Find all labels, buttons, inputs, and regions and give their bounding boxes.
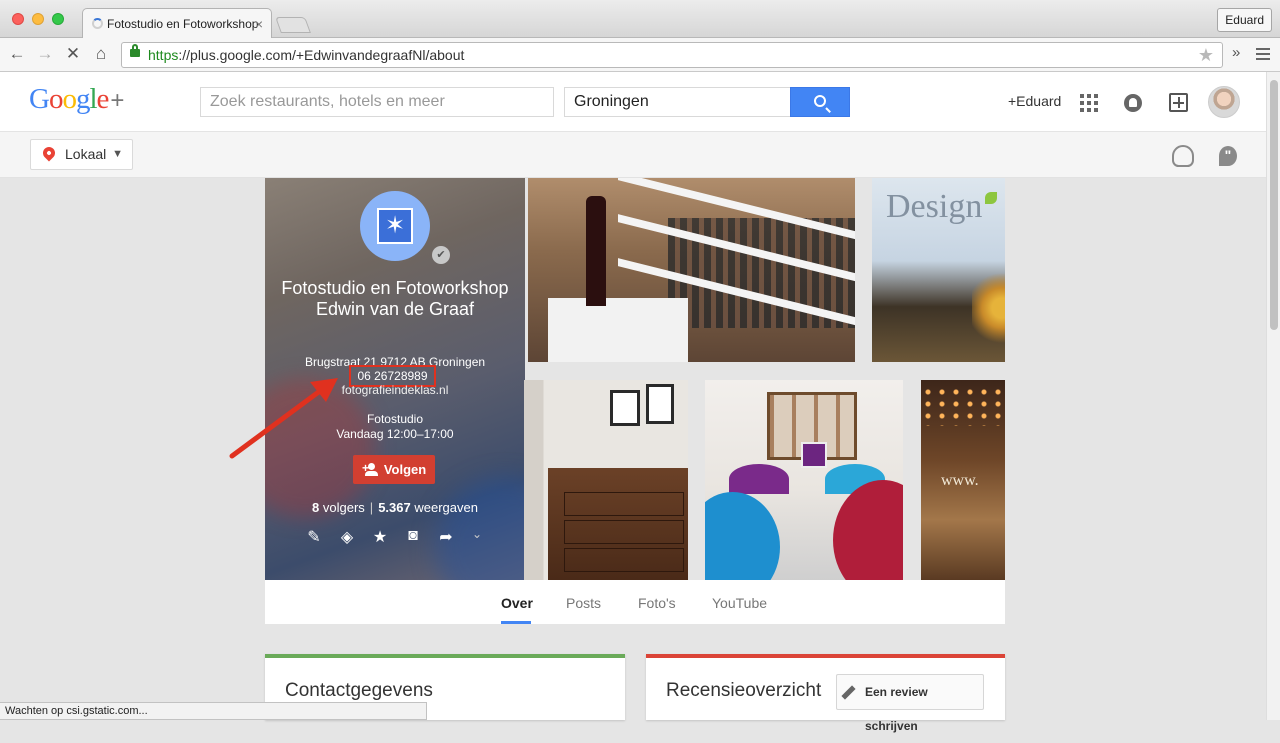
avatar[interactable]	[1208, 86, 1240, 118]
star-icon[interactable]: ★	[369, 527, 391, 547]
photo-design-text: Design	[886, 188, 983, 225]
followers-label: volgers	[322, 500, 365, 515]
active-tab-indicator	[501, 621, 531, 624]
logo-text: Google	[29, 83, 109, 115]
tab-fotos[interactable]: Foto's	[638, 595, 676, 611]
window-titlebar: Fotostudio en Fotoworkshop × Eduard	[0, 0, 1280, 39]
contact-card-title: Contactgegevens	[285, 680, 433, 701]
follow-label: Volgen	[383, 462, 427, 477]
maximize-window-button[interactable]	[52, 13, 64, 25]
lock-icon	[130, 44, 140, 57]
gallery-photo-desk[interactable]	[524, 380, 688, 580]
map-pin-icon	[40, 144, 58, 162]
tab-over[interactable]: Over	[501, 595, 533, 611]
browser-menu-icon[interactable]	[1256, 48, 1270, 60]
business-logo	[360, 191, 430, 261]
search-icon	[814, 95, 826, 107]
review-card-title: Recensieoverzicht	[666, 680, 822, 701]
google-plus-logo[interactable]: Google+	[29, 83, 124, 116]
tab-posts[interactable]: Posts	[566, 595, 601, 611]
bookmark-star-icon[interactable]: ★	[1198, 43, 1214, 67]
address-bar[interactable]: https://plus.google.com/+Edwinvandegraaf…	[121, 42, 1223, 68]
share-plus-icon[interactable]	[1169, 93, 1188, 112]
edit-pencil-icon[interactable]: ✎	[303, 527, 325, 547]
profile-stats: 8 volgers | 5.367 weergaven	[312, 500, 478, 515]
followers-count: 8	[312, 500, 320, 515]
sub-toolbar: Lokaal ▼	[0, 132, 1266, 178]
follow-button[interactable]: + Volgen	[353, 455, 435, 484]
gallery-photo-shelves[interactable]	[528, 178, 855, 362]
review-card: Recensieoverzicht Een review schrijven	[646, 654, 1005, 733]
loading-spinner-icon	[92, 18, 103, 29]
new-tab-button[interactable]	[275, 17, 311, 33]
hangouts-icon[interactable]: "	[1219, 146, 1237, 166]
profile-tabs: Over Posts Foto's YouTube	[265, 580, 1005, 624]
browser-tab[interactable]: Fotostudio en Fotoworkshop ×	[82, 8, 272, 39]
camera-icon[interactable]: ◙	[402, 527, 424, 545]
search-input[interactable]: Zoek restaurants, hotels en meer	[200, 87, 554, 117]
pencil-icon	[841, 685, 856, 700]
url-scheme: https	[148, 47, 179, 63]
browser-status-bar: Wachten op csi.gstatic.com...	[0, 702, 427, 720]
business-name: Fotostudio en Fotoworkshop Edwin van de …	[281, 278, 509, 319]
verified-shield-icon: ✔	[432, 246, 450, 264]
write-review-label: Een review schrijven	[865, 685, 928, 733]
views-label: weergaven	[414, 500, 478, 515]
views-count: 5.367	[378, 500, 411, 515]
logo-plus: +	[110, 87, 124, 114]
add-person-icon: +	[362, 462, 382, 476]
profile-actions: ✎ ◈ ★ ◙ ➦ ⌄	[303, 527, 493, 549]
gallery-photo-design[interactable]: Design	[872, 178, 1005, 362]
tab-youtube[interactable]: YouTube	[712, 595, 767, 611]
directions-icon[interactable]: ◈	[336, 527, 358, 547]
google-header: Google+ Zoek restaurants, hotels en meer…	[0, 72, 1266, 132]
gallery-photo-chairs[interactable]	[705, 380, 903, 580]
tab-title: Fotostudio en Fotoworkshop	[107, 17, 259, 31]
tab-close-icon[interactable]: ×	[255, 9, 263, 39]
page-scrollbar[interactable]	[1266, 72, 1280, 720]
photo-www-text: www.	[941, 472, 979, 489]
lokaal-dropdown[interactable]: Lokaal ▼	[30, 139, 133, 170]
minimize-window-button[interactable]	[32, 13, 44, 25]
user-link[interactable]: +Eduard	[1008, 93, 1061, 109]
home-icon[interactable]: ⌂	[90, 44, 112, 64]
location-input[interactable]: Groningen	[564, 87, 791, 117]
profile-button[interactable]: Eduard	[1217, 8, 1272, 32]
forward-icon[interactable]: →	[34, 44, 56, 64]
chevron-down-icon: ▼	[112, 148, 123, 160]
back-icon[interactable]: ←	[6, 44, 28, 64]
people-icon[interactable]	[1172, 145, 1194, 167]
more-chevron-icon[interactable]: ⌄	[466, 527, 488, 541]
notifications-bell-icon[interactable]	[1124, 94, 1142, 112]
stop-icon[interactable]: ✕	[62, 44, 84, 64]
lokaal-label: Lokaal	[65, 146, 107, 162]
apps-grid-icon[interactable]	[1080, 94, 1098, 112]
scrollbar-thumb[interactable]	[1270, 80, 1278, 330]
browser-toolbar: ← → ✕ ⌂ https://plus.google.com/+Edwinva…	[0, 38, 1280, 72]
share-arrow-icon[interactable]: ➦	[435, 527, 457, 547]
search-button[interactable]	[790, 87, 850, 117]
annotation-arrow-icon	[229, 378, 338, 459]
extensions-chevron-icon[interactable]: »	[1232, 44, 1240, 61]
url-path: ://plus.google.com/+EdwinvandegraafNl/ab…	[178, 47, 465, 63]
write-review-button[interactable]: Een review schrijven	[836, 674, 984, 733]
gallery-photo-interior[interactable]: www.	[921, 380, 1005, 580]
close-window-button[interactable]	[12, 13, 24, 25]
